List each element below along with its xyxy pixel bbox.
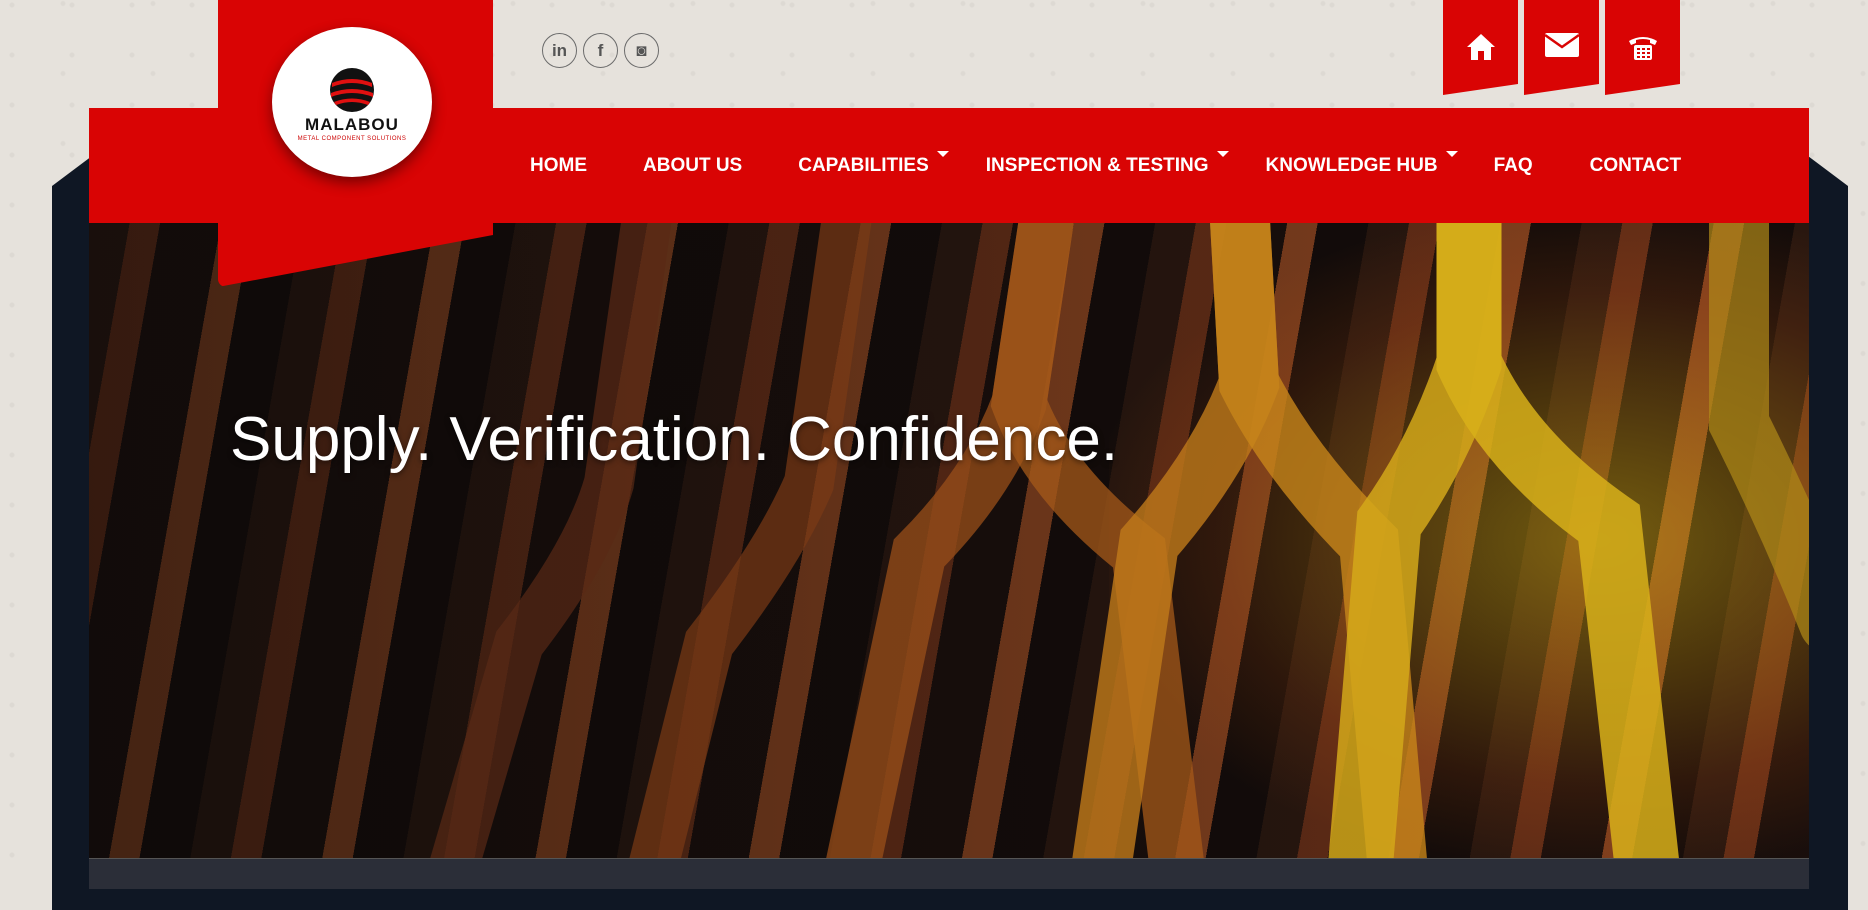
top-phone-button[interactable] (1605, 0, 1680, 95)
nav-capabilities-label: CAPABILITIES (798, 154, 929, 176)
home-icon (1466, 34, 1495, 60)
instagram-icon[interactable]: ◙ (624, 33, 659, 68)
globe-icon (330, 67, 374, 112)
nav-capabilities[interactable]: CAPABILITIES (798, 150, 949, 177)
logo-tagline: METAL COMPONENT SOLUTIONS (297, 135, 407, 142)
hero-bottom-strip (89, 858, 1809, 889)
nav-contact-label: CONTACT (1589, 154, 1682, 176)
site-logo[interactable]: MALABOU METAL COMPONENT SOLUTIONS (272, 27, 432, 177)
nav-knowledge-hub[interactable]: KNOWLEDGE HUB (1265, 150, 1458, 177)
social-links: in f ◙ (542, 33, 659, 68)
phone-icon (1628, 37, 1657, 60)
nav-knowledge-hub-label: KNOWLEDGE HUB (1265, 154, 1438, 176)
facebook-icon[interactable]: f (583, 33, 618, 68)
nav-home-label: HOME (530, 154, 587, 176)
chevron-down-icon (1445, 150, 1458, 157)
nav-inspection-testing[interactable]: INSPECTION & TESTING (985, 150, 1229, 177)
top-home-button[interactable] (1443, 0, 1518, 95)
nav-about-us[interactable]: ABOUT US (643, 155, 742, 177)
logo-wordmark: MALABOU (305, 114, 399, 134)
top-mail-button[interactable] (1524, 0, 1599, 95)
nav-contact[interactable]: CONTACT (1590, 155, 1681, 177)
chevron-down-icon (1216, 150, 1229, 157)
linkedin-icon[interactable]: in (542, 33, 577, 68)
hero-headline: Supply. Verification. Confidence. (230, 405, 1119, 474)
chevron-down-icon (936, 150, 949, 157)
nav-home[interactable]: HOME (530, 155, 587, 177)
nav-faq[interactable]: FAQ (1494, 155, 1533, 177)
nav-inspection-testing-label: INSPECTION & TESTING (985, 154, 1209, 176)
main-nav: HOME ABOUT US CAPABILITIES INSPECTION & … (510, 108, 1681, 223)
envelope-icon (1543, 33, 1580, 57)
nav-about-us-label: ABOUT US (643, 154, 743, 176)
nav-faq-label: FAQ (1493, 154, 1533, 176)
hero-banner (89, 223, 1809, 858)
